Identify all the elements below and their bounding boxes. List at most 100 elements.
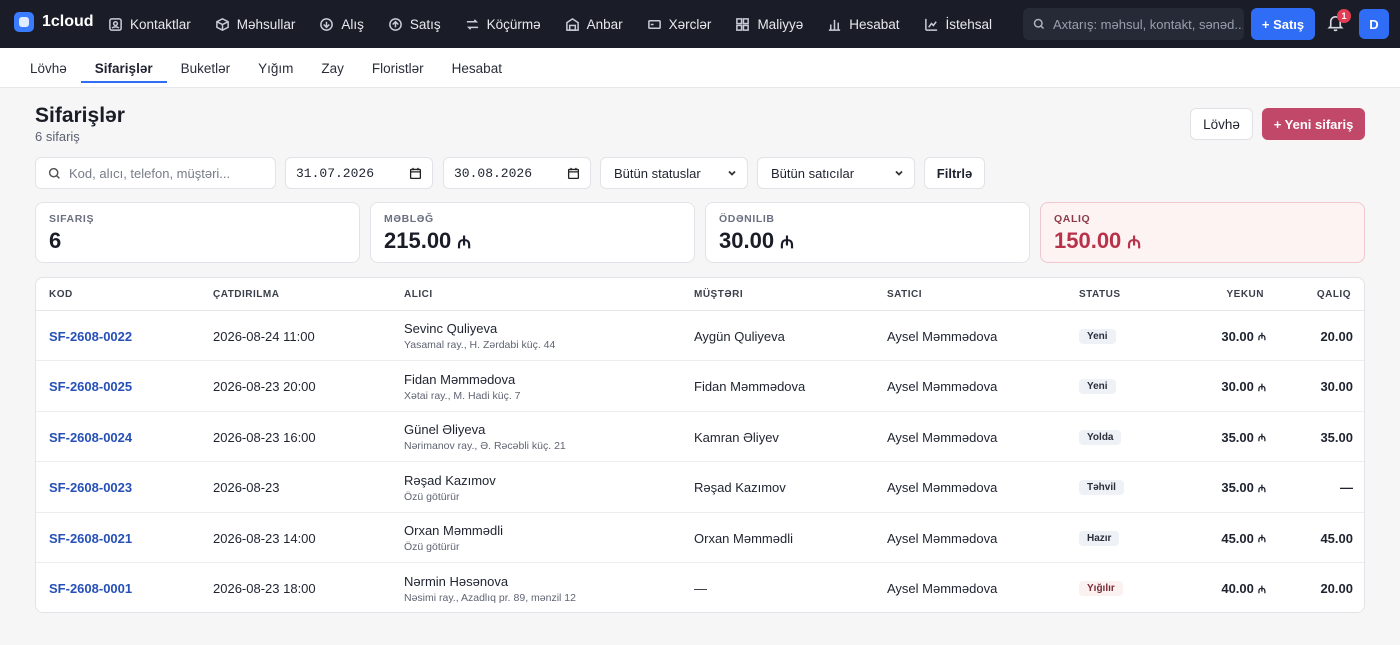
calendar-icon[interactable] bbox=[567, 167, 580, 180]
order-search-input[interactable] bbox=[69, 165, 269, 181]
card-value: 215.00 ₼ bbox=[384, 228, 472, 253]
nav-item-expenses[interactable]: Xərclər bbox=[647, 17, 711, 32]
table-row[interactable]: SF-2608-0001 2026-08-23 18:00 Nərmin Həsən… bbox=[36, 564, 1364, 613]
col-header-customer[interactable]: Müştəri bbox=[694, 278, 743, 311]
global-search[interactable] bbox=[1023, 8, 1244, 40]
nav-item-finance[interactable]: Maliyyə bbox=[735, 17, 803, 32]
nav-item-sale[interactable]: Satış bbox=[388, 17, 441, 32]
delivery-time: 2026-08-23 bbox=[213, 480, 280, 495]
date-from-field[interactable]: 31.07.2026 bbox=[285, 157, 433, 189]
order-code-link[interactable]: SF-2608-0023 bbox=[49, 480, 132, 495]
brand-name: 1cloud bbox=[42, 13, 94, 30]
order-code-link[interactable]: SF-2608-0022 bbox=[49, 329, 132, 344]
table-row[interactable]: SF-2608-0022 2026-08-24 11:00 Sevinc Quliy… bbox=[36, 311, 1364, 361]
seller-name: Aysel Məmmədova bbox=[887, 429, 998, 445]
tab-bouquets[interactable]: Buketlər bbox=[167, 48, 245, 88]
status-badge: Yolda bbox=[1079, 429, 1122, 445]
card-value: 6 bbox=[49, 228, 62, 253]
order-total: 30.00 bbox=[1221, 379, 1254, 394]
user-avatar[interactable]: D bbox=[1359, 9, 1389, 39]
board-button[interactable]: Lövhə bbox=[1190, 108, 1253, 140]
nav-label: Kontaktlar bbox=[130, 16, 191, 32]
nav-item-purchase[interactable]: Alış bbox=[319, 17, 364, 32]
chevron-down-icon bbox=[895, 170, 903, 176]
col-header-recipient[interactable]: Alıcı bbox=[404, 278, 433, 311]
nav-item-transfer[interactable]: Köçürmə bbox=[465, 17, 541, 32]
nav-item-products[interactable]: Məhsullar bbox=[215, 16, 296, 32]
seller-select[interactable]: Bütün satıcılar bbox=[757, 157, 915, 189]
table-row[interactable]: SF-2608-0025 2026-08-23 20:00 Fidan Məmməd… bbox=[36, 362, 1364, 412]
tab-orders[interactable]: Sifarişlər bbox=[80, 48, 167, 88]
nav-item-production[interactable]: İstehsal bbox=[924, 16, 993, 32]
search-icon bbox=[1033, 18, 1045, 30]
date-from-value: 31.07.2026 bbox=[296, 165, 375, 181]
customer-name: — bbox=[694, 581, 707, 596]
tab-assembly[interactable]: Yığım bbox=[244, 48, 307, 88]
brand-logo[interactable]: 1cloud bbox=[14, 12, 94, 32]
customer-name: Aygün Quliyeva bbox=[694, 328, 785, 344]
global-search-input[interactable] bbox=[1053, 16, 1243, 32]
tab-report[interactable]: Hesabat bbox=[438, 48, 516, 88]
table-row[interactable]: SF-2608-0024 2026-08-23 16:00 Günel Əliyev… bbox=[36, 412, 1364, 462]
seller-name: Aysel Məmmədova bbox=[887, 530, 998, 546]
summary-card-amount: Məbləğ 215.00 ₼ bbox=[370, 202, 695, 263]
filter-button[interactable]: Filtrlə bbox=[924, 157, 985, 189]
manat-icon: ₼ bbox=[1127, 232, 1142, 252]
status-badge: Hazır bbox=[1079, 530, 1120, 546]
date-to-field[interactable]: 30.08.2026 bbox=[443, 157, 591, 189]
status-select[interactable]: Bütün statuslar bbox=[600, 157, 748, 189]
nav-item-warehouse[interactable]: Anbar bbox=[565, 17, 623, 32]
order-total: 35.00 bbox=[1221, 480, 1254, 495]
order-code-link[interactable]: SF-2608-0025 bbox=[49, 379, 132, 394]
col-header-status[interactable]: Status bbox=[1079, 278, 1121, 311]
order-search[interactable] bbox=[35, 157, 276, 189]
tab-board[interactable]: Lövhə bbox=[16, 48, 81, 88]
contacts-icon bbox=[109, 17, 122, 31]
recipient-address: Xətai ray., M. Hadi küç. 7 bbox=[404, 389, 521, 402]
finance-icon bbox=[736, 17, 750, 31]
delivery-time: 2026-08-24 11:00 bbox=[213, 328, 315, 344]
col-header-total[interactable]: Yekun bbox=[1226, 278, 1264, 311]
section-subnav: Lövhə Sifarişlər Buketlər Yığım Zay Flor… bbox=[0, 48, 1400, 88]
recipient-name: Rəşad Kazımov bbox=[404, 472, 496, 488]
col-header-seller[interactable]: Satıcı bbox=[887, 278, 922, 311]
nav-label: Məhsullar bbox=[236, 16, 296, 32]
expenses-icon bbox=[647, 19, 661, 29]
logo-icon bbox=[14, 12, 34, 32]
col-header-delivery[interactable]: Çatdırılma bbox=[213, 278, 279, 311]
col-header-code[interactable]: Kod bbox=[49, 278, 73, 311]
quick-sale-button[interactable]: + Satış bbox=[1251, 8, 1315, 40]
seller-name: Aysel Məmmədova bbox=[887, 328, 998, 344]
calendar-icon[interactable] bbox=[409, 167, 422, 180]
order-code-link[interactable]: SF-2608-0001 bbox=[49, 581, 132, 596]
order-code-link[interactable]: SF-2608-0024 bbox=[49, 430, 132, 445]
manat-icon: ₼ bbox=[457, 232, 472, 252]
nav-item-contacts[interactable]: Kontaktlar bbox=[108, 17, 191, 32]
chevron-down-icon bbox=[728, 170, 736, 176]
nav-label: İstehsal bbox=[945, 16, 993, 32]
production-icon bbox=[924, 18, 937, 31]
col-header-remaining[interactable]: Qalıq bbox=[1317, 278, 1351, 311]
tab-florists[interactable]: Floristlər bbox=[358, 48, 438, 88]
status-badge: Təhvil bbox=[1079, 480, 1124, 495]
order-remaining: 35.00 bbox=[1320, 429, 1353, 445]
new-order-button[interactable]: + Yeni sifariş bbox=[1262, 108, 1365, 140]
warehouse-icon bbox=[565, 17, 579, 31]
notifications-button[interactable]: 1 bbox=[1326, 9, 1351, 35]
manat-icon: ₼ bbox=[1257, 483, 1266, 495]
manat-icon: ₼ bbox=[780, 232, 794, 252]
table-row[interactable]: SF-2608-0023 2026-08-23 Rəşad Kazımov Özü g… bbox=[36, 463, 1364, 513]
recipient-address: Özü götürür bbox=[404, 541, 460, 553]
card-label: Qalıq bbox=[1054, 213, 1091, 225]
recipient-address: Yasamal ray., H. Zərdabi küç. 44 bbox=[404, 339, 556, 351]
order-code-link[interactable]: SF-2608-0021 bbox=[49, 531, 132, 546]
summary-card-orders: Sifariş 6 bbox=[35, 202, 360, 263]
delivery-time: 2026-08-23 18:00 bbox=[213, 581, 316, 596]
nav-item-report[interactable]: Hesabat bbox=[827, 17, 900, 32]
status-badge: Yeni bbox=[1079, 328, 1116, 344]
table-row[interactable]: SF-2608-0021 2026-08-23 14:00 Orxan Məmməd… bbox=[36, 513, 1364, 563]
transfer-icon bbox=[466, 18, 478, 30]
nav-label: Köçürmə bbox=[486, 16, 541, 32]
tab-defects[interactable]: Zay bbox=[307, 48, 358, 88]
seller-name: Aysel Məmmədova bbox=[887, 379, 998, 394]
